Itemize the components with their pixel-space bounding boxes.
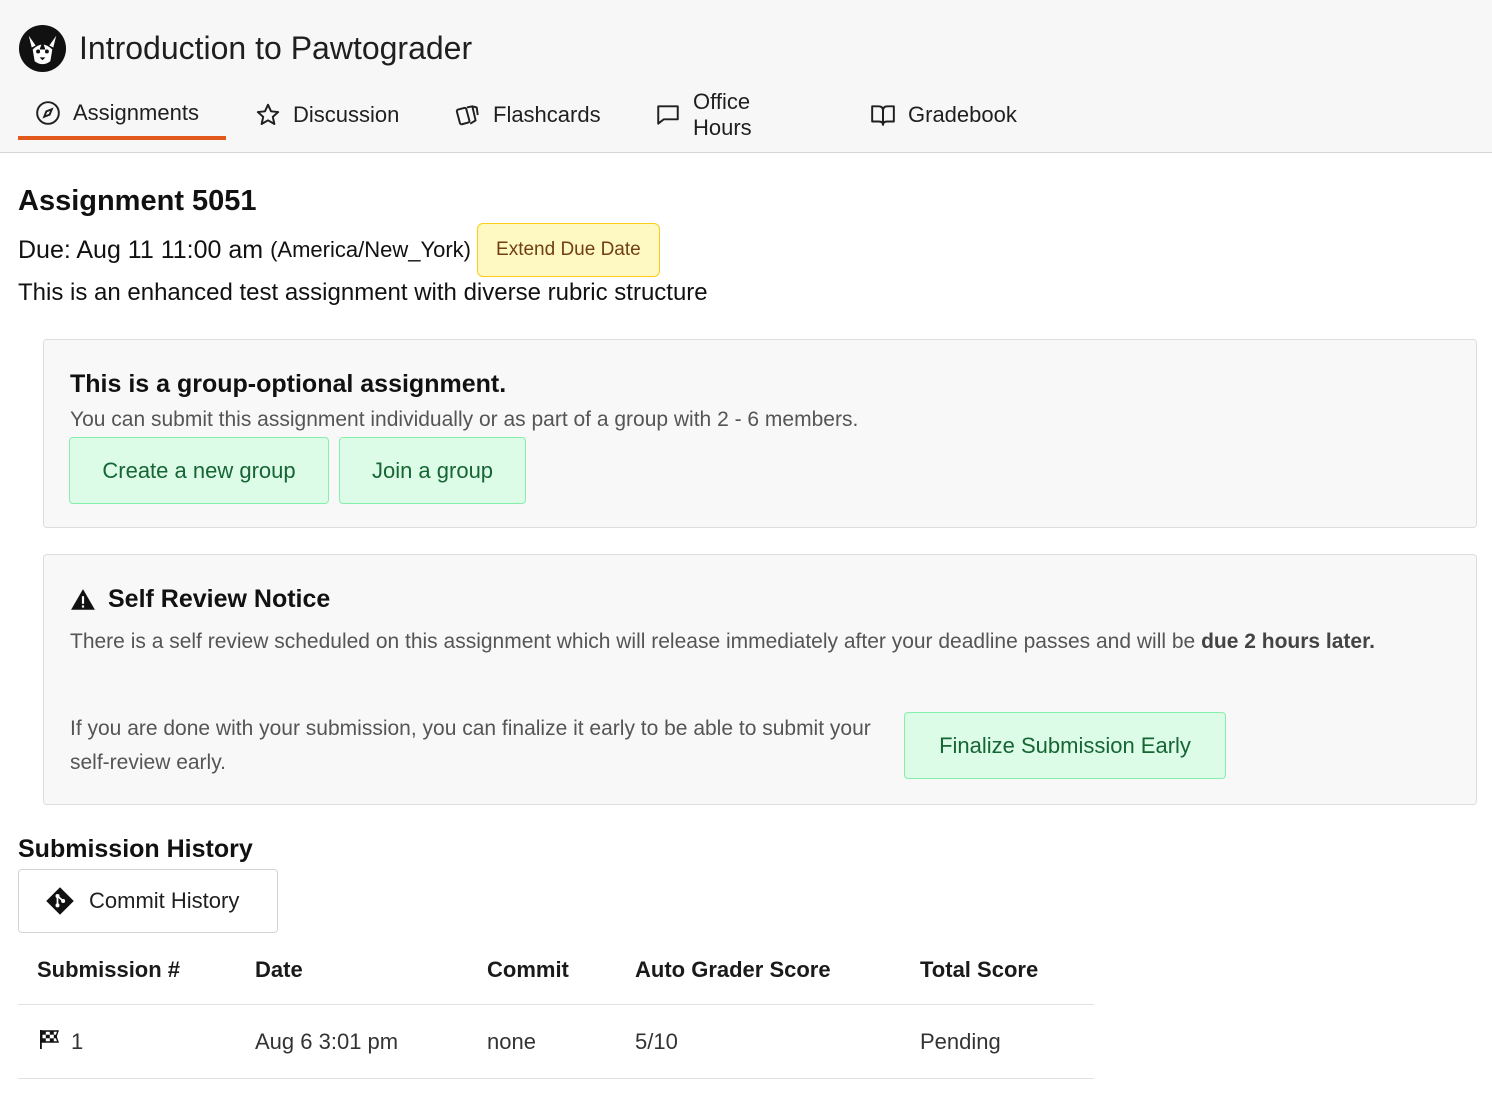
submission-number-cell[interactable]: 1 — [37, 1005, 83, 1078]
column-header[interactable]: Date — [255, 935, 303, 1004]
self-review-notice-card: Self Review Notice There is a self revie… — [43, 554, 1477, 805]
tab-label: Gradebook — [908, 102, 1017, 128]
chat-bubble-icon — [655, 102, 681, 128]
tab-label: Flashcards — [493, 102, 601, 128]
tab-discussion[interactable]: Discussion — [255, 90, 399, 140]
column-header[interactable]: Commit — [487, 935, 569, 1004]
finalize-submission-button[interactable]: Finalize Submission Early — [904, 712, 1226, 779]
assignment-title: Assignment 5051 — [18, 185, 257, 218]
group-card-heading: This is a group-optional assignment. — [70, 370, 506, 399]
tab-gradebook[interactable]: Gradebook — [870, 90, 1017, 140]
commit-history-label: Commit History — [89, 888, 239, 914]
submission-date: Aug 6 3:01 pm — [255, 1005, 398, 1078]
assignment-description: This is an enhanced test assignment with… — [18, 279, 708, 307]
join-group-button[interactable]: Join a group — [339, 437, 526, 504]
git-icon — [45, 886, 75, 916]
self-review-due-emphasis: due 2 hours later. — [1201, 630, 1375, 653]
tab-flashcards[interactable]: Flashcards — [455, 90, 601, 140]
warning-icon — [70, 587, 96, 613]
column-header[interactable]: Total Score — [920, 935, 1038, 1004]
star-icon — [255, 102, 281, 128]
due-date: Due: Aug 11 11:00 am — [18, 236, 263, 265]
course-title: Introduction to Pawtograder — [79, 28, 472, 68]
tab-label: Office Hours — [693, 89, 752, 141]
create-group-button[interactable]: Create a new group — [69, 437, 329, 504]
cards-icon — [455, 102, 481, 128]
submission-number: 1 — [71, 1029, 83, 1055]
group-optional-card: This is a group-optional assignment. You… — [43, 339, 1477, 528]
open-book-icon — [870, 102, 896, 128]
column-header[interactable]: Submission # — [37, 935, 180, 1004]
checkered-flag-icon — [37, 1027, 61, 1057]
table-header-row: Submission # Date Commit Auto Grader Sco… — [18, 935, 1094, 1005]
tab-office-hours[interactable]: Office Hours — [655, 90, 752, 140]
total-score: Pending — [920, 1005, 1001, 1078]
timezone: (America/New_York) — [270, 237, 471, 263]
self-review-title: Self Review Notice — [108, 585, 330, 614]
self-review-heading: Self Review Notice — [70, 585, 330, 614]
tab-label: Discussion — [293, 102, 399, 128]
app-header: Introduction to Pawtograder Assignments … — [0, 0, 1492, 153]
finalize-hint-text: If you are done with your submission, yo… — [70, 712, 905, 780]
self-review-text-main: There is a self review scheduled on this… — [70, 630, 1201, 653]
due-date-line: Due: Aug 11 11:00 am (America/New_York) … — [18, 223, 660, 277]
submission-commit: none — [487, 1005, 536, 1078]
self-review-text: There is a self review scheduled on this… — [70, 625, 1460, 659]
tab-assignments[interactable]: Assignments — [18, 90, 226, 140]
group-card-text: You can submit this assignment individua… — [70, 403, 858, 437]
column-header[interactable]: Auto Grader Score — [635, 935, 831, 1004]
table-row[interactable]: 1 Aug 6 3:01 pm none 5/10 Pending — [18, 1005, 1094, 1079]
tab-label: Assignments — [73, 100, 199, 126]
husky-logo-icon[interactable] — [18, 24, 67, 73]
autograder-score: 5/10 — [635, 1005, 678, 1078]
submission-history-title: Submission History — [18, 835, 253, 864]
commit-history-button[interactable]: Commit History — [18, 869, 278, 933]
extend-due-date-button[interactable]: Extend Due Date — [477, 223, 660, 277]
compass-icon — [35, 100, 61, 126]
